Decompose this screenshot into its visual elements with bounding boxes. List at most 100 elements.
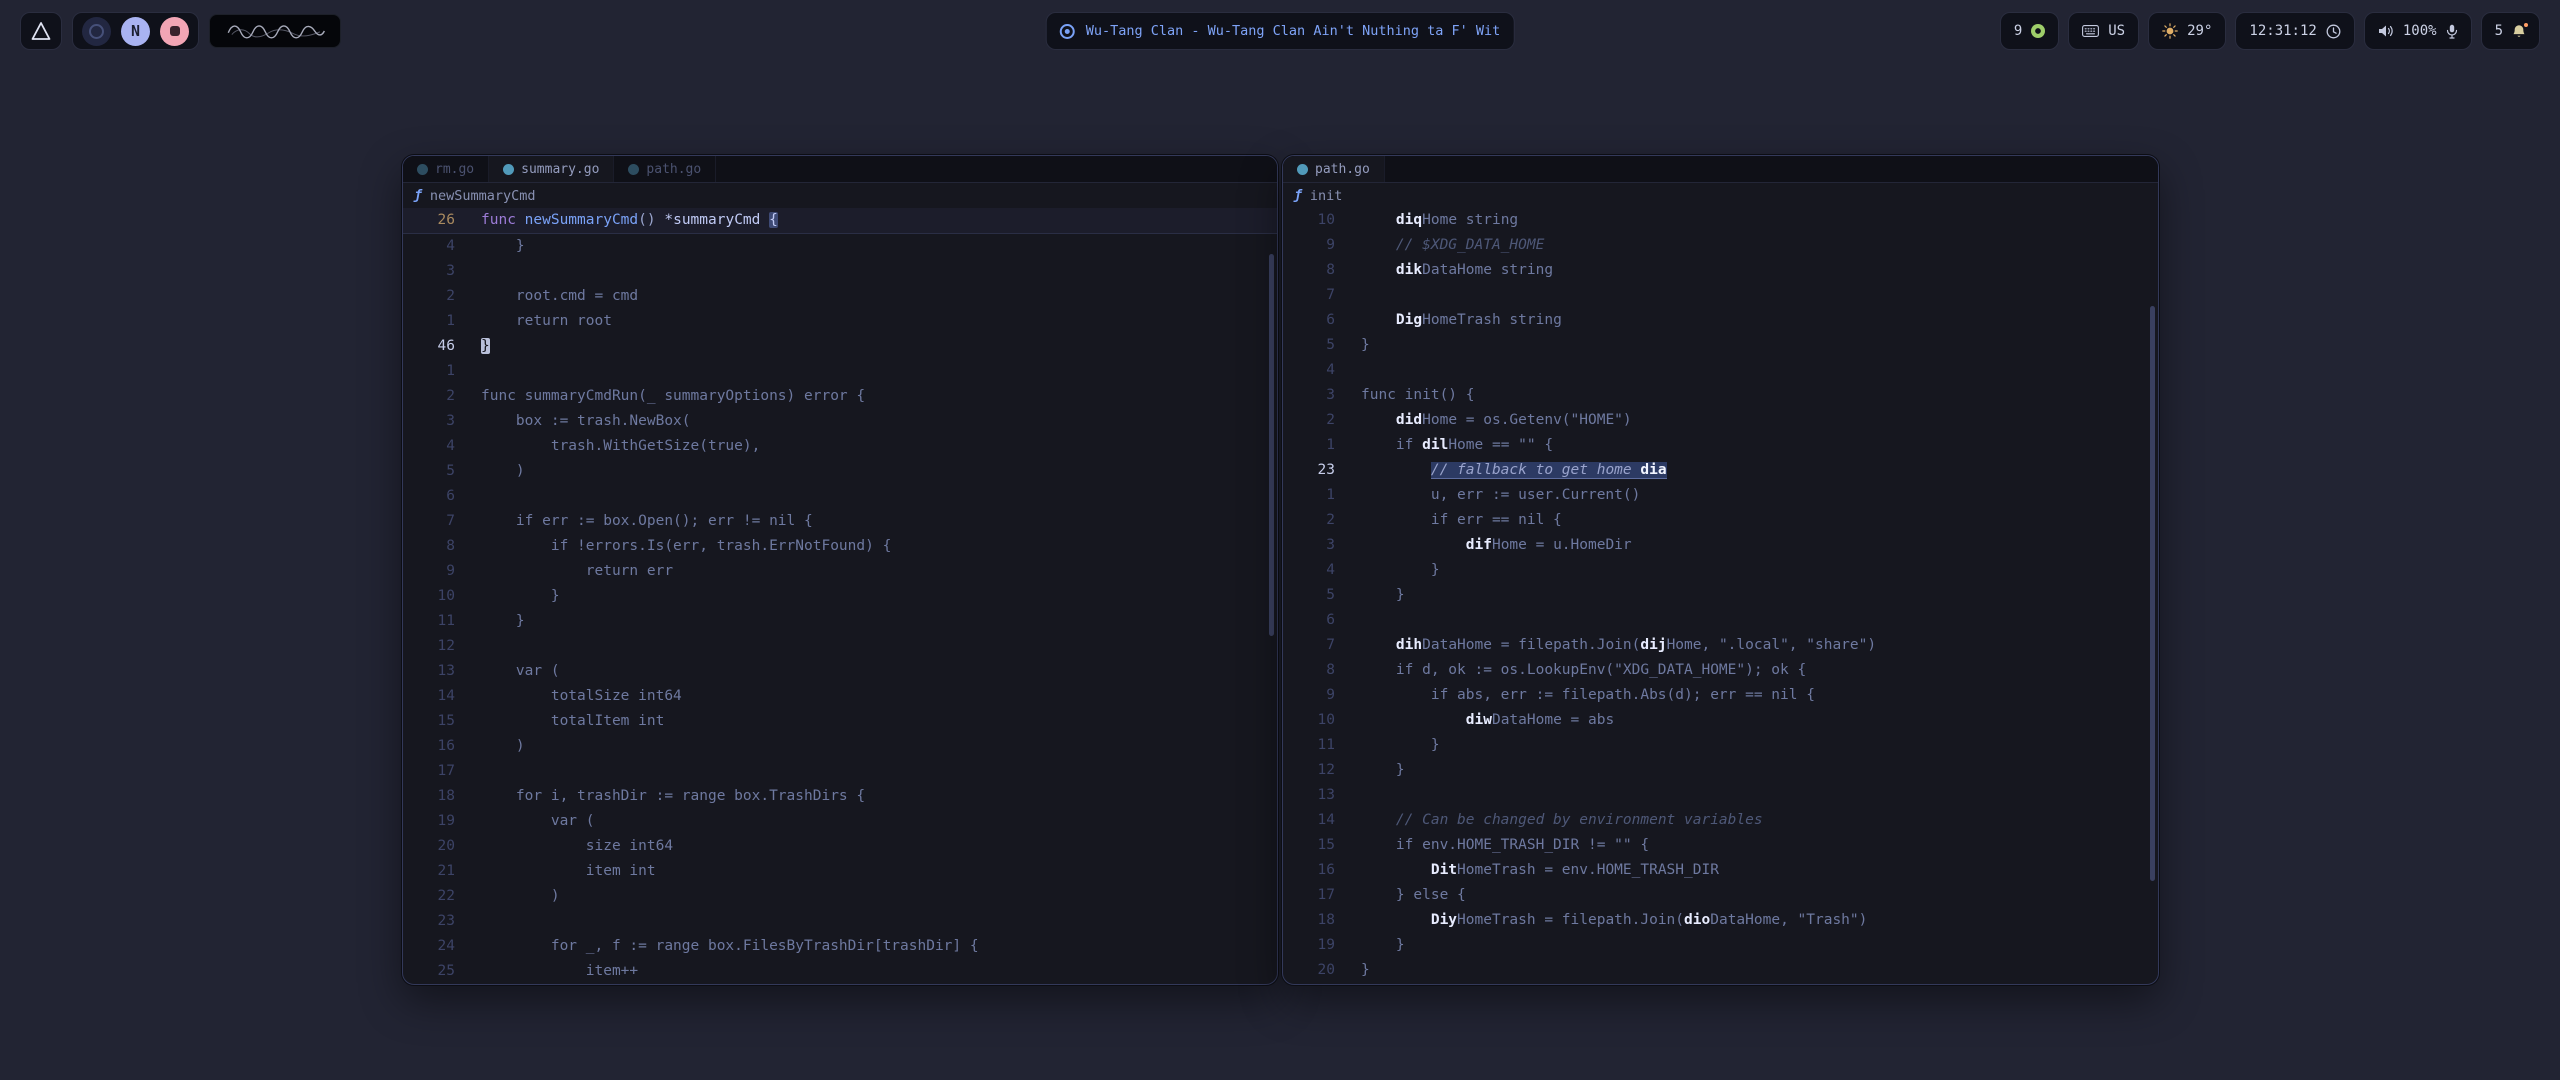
- code-line[interactable]: 25 item++: [403, 959, 1277, 984]
- code-line[interactable]: 8 if !errors.Is(err, trash.ErrNotFound) …: [403, 534, 1277, 559]
- code-line[interactable]: 6 DigHomeTrash string: [1283, 308, 2158, 333]
- sticky-context-line[interactable]: 26func newSummaryCmd() *summaryCmd {: [403, 208, 1277, 234]
- code-line[interactable]: 18 DiyHomeTrash = filepath.Join(dioDataH…: [1283, 908, 2158, 933]
- code-line[interactable]: 2func summaryCmdRun(_ summaryOptions) er…: [403, 384, 1277, 409]
- code-body: 26func newSummaryCmd() *summaryCmd {4 }3…: [403, 208, 1277, 984]
- code-line[interactable]: 5}: [1283, 333, 2158, 358]
- code-line[interactable]: 3: [403, 259, 1277, 284]
- code-line[interactable]: 10 diwDataHome = abs: [1283, 708, 2158, 733]
- workspace-app-icon-1[interactable]: [82, 17, 111, 46]
- code-line[interactable]: 7 dihDataHome = filepath.Join(dijHome, "…: [1283, 633, 2158, 658]
- code-token: totalSize int64: [481, 688, 682, 704]
- updates-module[interactable]: 9: [2000, 12, 2059, 50]
- code-line[interactable]: 19 var (: [403, 809, 1277, 834]
- launcher-button[interactable]: [20, 12, 62, 50]
- scrollbar[interactable]: [2150, 306, 2155, 881]
- tab-path.go[interactable]: path.go: [1283, 156, 1385, 182]
- code-token: u, err := user.Current(): [1361, 487, 1640, 503]
- code-line[interactable]: 8 if d, ok := os.LookupEnv("XDG_DATA_HOM…: [1283, 658, 2158, 683]
- code-line[interactable]: 2 if err == nil {: [1283, 508, 2158, 533]
- code-line[interactable]: 13: [1283, 783, 2158, 808]
- code-line[interactable]: 3 box := trash.NewBox(: [403, 409, 1277, 434]
- code-token: HomeTrash string: [1422, 312, 1562, 328]
- code-token: [1361, 462, 1431, 478]
- code-line[interactable]: 21 item int: [403, 859, 1277, 884]
- line-text: func init() {: [1361, 383, 1475, 408]
- line-number: 8: [1283, 258, 1335, 283]
- scrollbar[interactable]: [1269, 254, 1274, 636]
- code-line[interactable]: 5 ): [403, 459, 1277, 484]
- code-line[interactable]: 46}: [403, 334, 1277, 359]
- code-line[interactable]: 9 return err: [403, 559, 1277, 584]
- code-line[interactable]: 1: [403, 359, 1277, 384]
- keyboard-layout-module[interactable]: US: [2068, 12, 2139, 50]
- code-line[interactable]: 10 diqHome string: [1283, 208, 2158, 233]
- code-token: [1361, 812, 1396, 828]
- media-player-pill[interactable]: Wu-Tang Clan - Wu-Tang Clan Ain't Nuthin…: [1046, 12, 1515, 50]
- code-line[interactable]: 2 root.cmd = cmd: [403, 284, 1277, 309]
- code-line[interactable]: 16 DitHomeTrash = env.HOME_TRASH_DIR: [1283, 858, 2158, 883]
- code-line[interactable]: 14 totalSize int64: [403, 684, 1277, 709]
- code-line[interactable]: 11 }: [1283, 733, 2158, 758]
- notifications-module[interactable]: 5: [2481, 12, 2540, 50]
- tab-summary.go[interactable]: summary.go: [489, 156, 614, 182]
- code-line[interactable]: 6: [403, 484, 1277, 509]
- code-line[interactable]: 13 var (: [403, 659, 1277, 684]
- code-line[interactable]: 15 if env.HOME_TRASH_DIR != "" {: [1283, 833, 2158, 858]
- weather-module[interactable]: 29°: [2148, 12, 2226, 50]
- code-line[interactable]: 10 }: [403, 584, 1277, 609]
- tab-path.go[interactable]: path.go: [614, 156, 716, 182]
- code-line[interactable]: 23 // fallback to get home dia: [1283, 458, 2158, 483]
- code-token: }: [1361, 937, 1405, 953]
- code-line[interactable]: 24 for _, f := range box.FilesByTrashDir…: [403, 934, 1277, 959]
- code-line[interactable]: 20}: [1283, 958, 2158, 983]
- code-line[interactable]: 2 didHome = os.Getenv("HOME"): [1283, 408, 2158, 433]
- code-line[interactable]: 17 } else {: [1283, 883, 2158, 908]
- line-text: box := trash.NewBox(: [481, 409, 691, 434]
- line-number: 11: [403, 609, 455, 634]
- line-number: 6: [403, 484, 455, 509]
- code-line[interactable]: 1 return root: [403, 309, 1277, 334]
- line-text: }: [1361, 758, 1405, 783]
- workspace-app-icon-3[interactable]: [160, 17, 189, 46]
- tab-rm.go[interactable]: rm.go: [403, 156, 489, 182]
- audio-module[interactable]: 100%: [2364, 12, 2472, 50]
- code-line[interactable]: 7 if err := box.Open(); err != nil {: [403, 509, 1277, 534]
- code-line[interactable]: 11 }: [403, 609, 1277, 634]
- code-line[interactable]: 22 ): [403, 884, 1277, 909]
- code-line[interactable]: 15 totalItem int: [403, 709, 1277, 734]
- code-line[interactable]: 3func init() {: [1283, 383, 2158, 408]
- code-line[interactable]: 4 }: [1283, 558, 2158, 583]
- line-number: 5: [1283, 583, 1335, 608]
- workspace-app-icon-2[interactable]: N: [121, 17, 150, 46]
- line-number: 2: [403, 384, 455, 409]
- code-line[interactable]: 18 for i, trashDir := range box.TrashDir…: [403, 784, 1277, 809]
- code-line[interactable]: 9 // $XDG_DATA_HOME: [1283, 233, 2158, 258]
- clock-module[interactable]: 12:31:12: [2235, 12, 2354, 50]
- code-line[interactable]: 4 }: [403, 234, 1277, 259]
- code-line[interactable]: 3 difHome = u.HomeDir: [1283, 533, 2158, 558]
- keyboard-layout-label: US: [2108, 23, 2125, 39]
- code-line[interactable]: 17: [403, 759, 1277, 784]
- line-text: DigHomeTrash string: [1361, 308, 1562, 333]
- line-text: DitHomeTrash = env.HOME_TRASH_DIR: [1361, 858, 1719, 883]
- line-number: 9: [1283, 683, 1335, 708]
- code-line[interactable]: 12 }: [1283, 758, 2158, 783]
- code-line[interactable]: 4 trash.WithGetSize(true),: [403, 434, 1277, 459]
- code-line[interactable]: 4: [1283, 358, 2158, 383]
- code-line[interactable]: 19 }: [1283, 933, 2158, 958]
- code-line[interactable]: 1 if dilHome == "" {: [1283, 433, 2158, 458]
- code-line[interactable]: 7: [1283, 283, 2158, 308]
- code-token: Home = u.HomeDir: [1492, 537, 1632, 553]
- code-line[interactable]: 20 size int64: [403, 834, 1277, 859]
- code-line[interactable]: 14 // Can be changed by environment vari…: [1283, 808, 2158, 833]
- code-line[interactable]: 12: [403, 634, 1277, 659]
- code-token: DataHome = abs: [1492, 712, 1614, 728]
- code-line[interactable]: 23: [403, 909, 1277, 934]
- code-line[interactable]: 16 ): [403, 734, 1277, 759]
- code-line[interactable]: 6: [1283, 608, 2158, 633]
- code-line[interactable]: 9 if abs, err := filepath.Abs(d); err ==…: [1283, 683, 2158, 708]
- code-line[interactable]: 1 u, err := user.Current(): [1283, 483, 2158, 508]
- code-line[interactable]: 5 }: [1283, 583, 2158, 608]
- code-line[interactable]: 8 dikDataHome string: [1283, 258, 2158, 283]
